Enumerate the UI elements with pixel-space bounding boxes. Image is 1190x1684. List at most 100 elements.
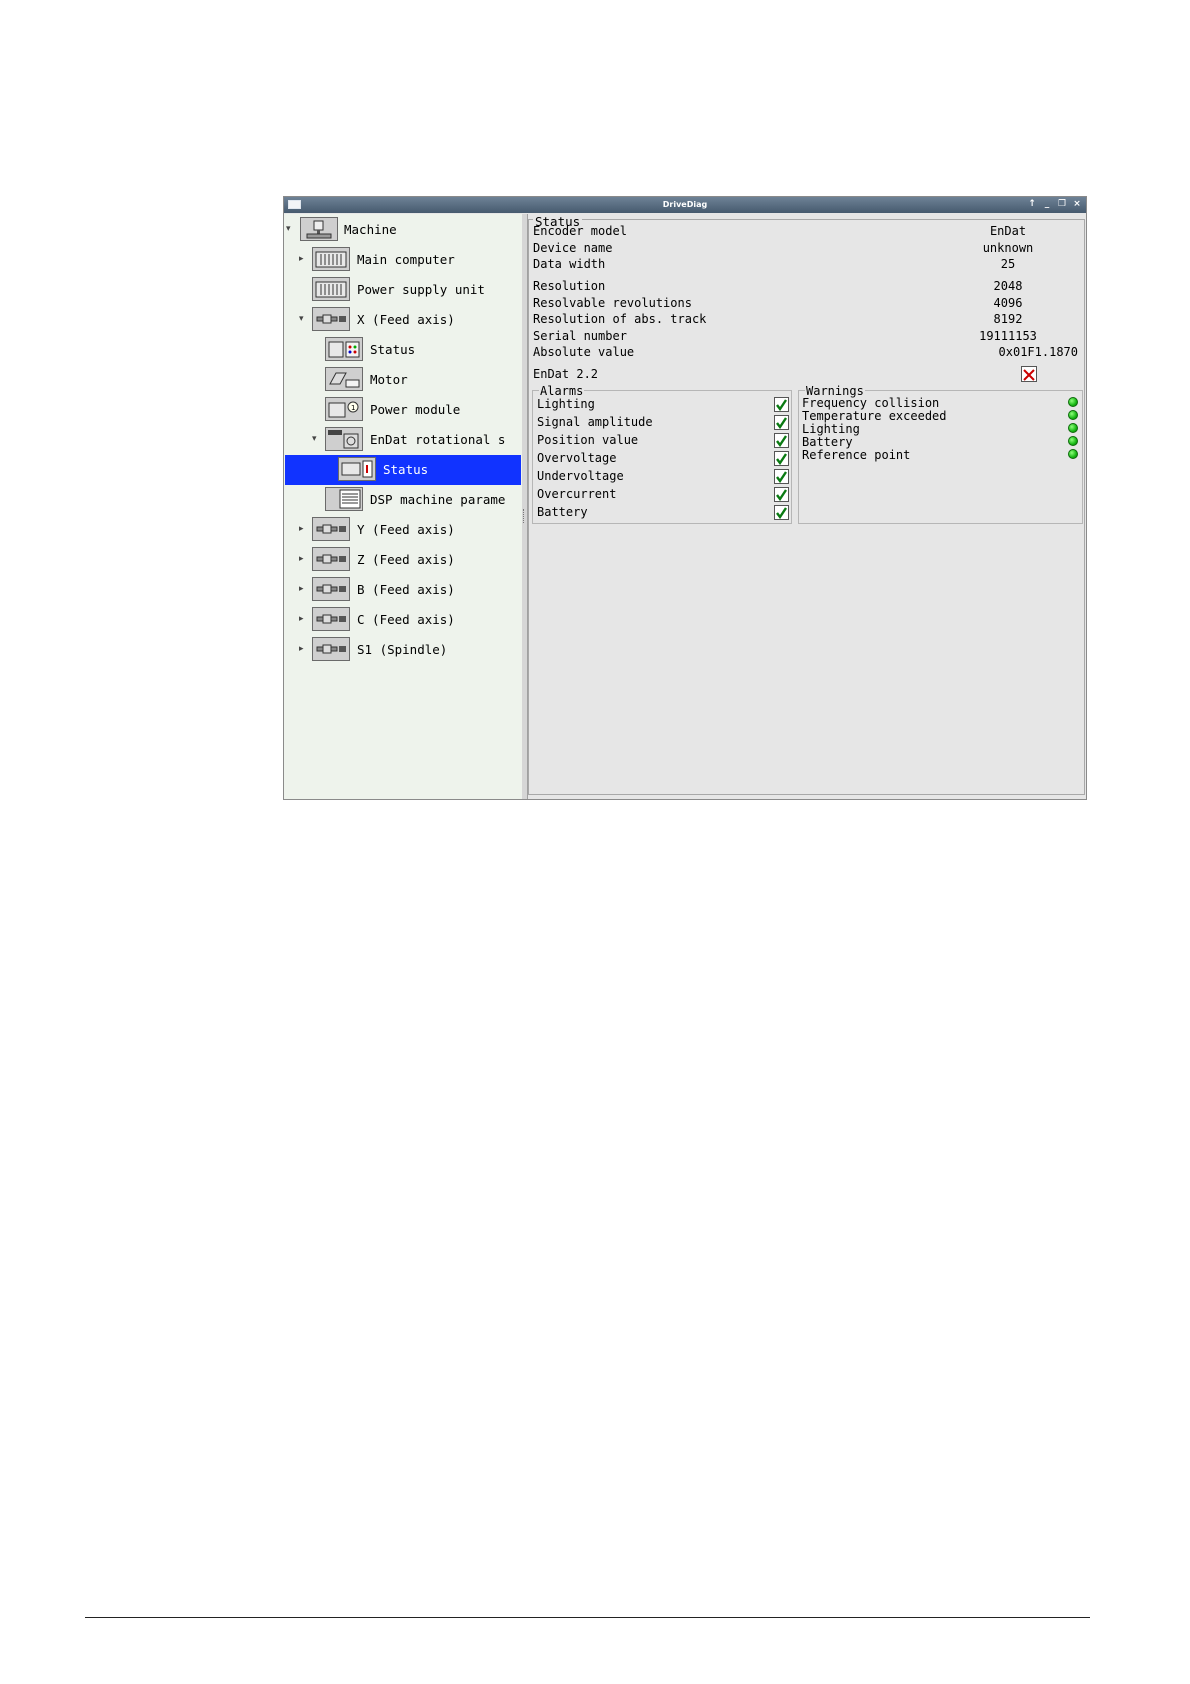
checkmark-icon — [774, 451, 789, 466]
checkmark-icon — [774, 469, 789, 484]
tree-item-machine[interactable]: ▾ Machine — [284, 215, 522, 245]
field-value: 25 — [1000, 257, 1016, 271]
encoder-status-icon — [338, 457, 376, 481]
checkmark-icon — [774, 397, 789, 412]
drivediag-window: DriveDiag ↑ _ ❐ × ▾ Machine ▸ Main compu… — [283, 196, 1087, 800]
tree-item-y-feed-axis[interactable]: ▸ Y (Feed axis) — [284, 515, 522, 545]
field-value: 19111153 — [979, 329, 1037, 343]
motor-icon — [325, 367, 363, 391]
axis-icon — [312, 637, 350, 661]
warning-label: Reference point — [802, 448, 911, 462]
chevron-down-icon[interactable]: ▾ — [312, 434, 320, 444]
checkmark-icon — [774, 415, 789, 430]
field-device-name: Device name unknown — [533, 241, 1078, 256]
field-label: Resolvable revolutions — [533, 296, 692, 310]
tree-item-endat-rotational[interactable]: ▾ EnDat rotational s — [284, 425, 522, 455]
chevron-down-icon[interactable]: ▾ — [286, 224, 294, 234]
alarm-label: Battery — [537, 505, 588, 519]
field-absolute-value: Absolute value 0x01F1.1870 — [533, 345, 1078, 360]
alarm-label: Undervoltage — [537, 469, 624, 483]
encoder-icon — [325, 427, 363, 451]
warnings-group: Warnings Frequency collision Temperature… — [798, 384, 1083, 524]
alarm-item: Undervoltage — [537, 469, 789, 485]
tree-item-motor[interactable]: Motor — [284, 365, 522, 395]
field-serial-number: Serial number 19111153 — [533, 329, 1078, 344]
tree-item-x-feed-axis[interactable]: ▾ X (Feed axis) — [284, 305, 522, 335]
alarms-title: Alarms — [539, 384, 585, 398]
chevron-right-icon[interactable]: ▸ — [299, 614, 307, 624]
tree-item-z-feed-axis[interactable]: ▸ Z (Feed axis) — [284, 545, 522, 575]
tree-item-label: C (Feed axis) — [357, 612, 455, 627]
window-title: DriveDiag — [662, 200, 708, 209]
splitter-grip[interactable] — [523, 509, 526, 523]
warning-item: Battery — [802, 435, 1080, 449]
field-value: unknown — [982, 241, 1034, 255]
tree-item-c-feed-axis[interactable]: ▸ C (Feed axis) — [284, 605, 522, 635]
navigation-tree[interactable]: ▾ Machine ▸ Main computer Power supply u… — [284, 214, 523, 799]
field-encoder-model: Encoder model EnDat — [533, 224, 1078, 239]
endat22-unchecked-icon — [1021, 366, 1037, 382]
chevron-right-icon[interactable]: ▸ — [299, 524, 307, 534]
tree-item-status[interactable]: Status — [284, 335, 522, 365]
keep-above-button[interactable]: ↑ — [1026, 199, 1038, 210]
tree-item-label: Main computer — [357, 252, 455, 267]
tree-item-label: Z (Feed axis) — [357, 552, 455, 567]
green-status-icon — [1068, 436, 1078, 446]
tree-item-label: B (Feed axis) — [357, 582, 455, 597]
axis-icon — [312, 307, 350, 331]
alarm-label: Lighting — [537, 397, 595, 411]
chevron-right-icon[interactable]: ▸ — [299, 644, 307, 654]
tree-item-label: Y (Feed axis) — [357, 522, 455, 537]
axis-icon — [312, 517, 350, 541]
tree-item-dsp-machine-parameters[interactable]: DSP machine parame — [284, 485, 522, 515]
warning-label: Frequency collision — [802, 396, 940, 410]
alarm-item: Position value — [537, 433, 789, 449]
field-label: Absolute value — [533, 345, 635, 359]
tree-item-label: DSP machine parame — [370, 492, 506, 507]
alarm-item: Signal amplitude — [537, 415, 789, 431]
chevron-right-icon[interactable]: ▸ — [299, 554, 307, 564]
alarm-item: Overvoltage — [537, 451, 789, 467]
power-module-icon: 1 — [325, 397, 363, 421]
field-label: Data width — [533, 257, 606, 271]
tree-item-power-supply-unit[interactable]: Power supply unit — [284, 275, 522, 305]
chevron-right-icon[interactable]: ▸ — [299, 584, 307, 594]
green-status-icon — [1068, 423, 1078, 433]
alarm-item: Battery — [537, 505, 789, 521]
green-status-icon — [1068, 397, 1078, 407]
warning-label: Lighting — [802, 422, 860, 436]
page-footer-rule — [85, 1617, 1090, 1618]
field-data-width: Data width 25 — [533, 257, 1078, 272]
chevron-right-icon[interactable]: ▸ — [299, 254, 307, 264]
checkmark-icon — [774, 487, 789, 502]
field-label: Device name — [533, 241, 613, 255]
warning-label: Temperature exceeded — [802, 409, 947, 423]
warning-item: Frequency collision — [802, 396, 1080, 410]
title-bar[interactable]: DriveDiag ↑ _ ❐ × — [284, 197, 1086, 213]
tree-item-encoder-status[interactable]: Status — [285, 455, 521, 485]
maximize-button[interactable]: ❐ — [1056, 199, 1068, 210]
tree-item-label: Status — [370, 342, 416, 357]
chevron-down-icon[interactable]: ▾ — [299, 314, 307, 324]
parameters-icon — [325, 487, 363, 511]
tree-item-label: EnDat rotational s — [370, 432, 506, 447]
tree-item-power-module[interactable]: 1 Power module — [284, 395, 522, 425]
alarm-label: Overcurrent — [537, 487, 617, 501]
field-value: 2048 — [993, 279, 1023, 293]
axis-icon — [312, 577, 350, 601]
alarms-group: Alarms Lighting Signal amplitude Positio… — [532, 384, 792, 524]
tree-item-s1-spindle[interactable]: ▸ S1 (Spindle) — [284, 635, 522, 665]
field-value: 8192 — [993, 312, 1023, 326]
tree-item-label: Motor — [370, 372, 408, 387]
alarm-item: Lighting — [537, 397, 789, 413]
tree-item-b-feed-axis[interactable]: ▸ B (Feed axis) — [284, 575, 522, 605]
alarm-item: Overcurrent — [537, 487, 789, 503]
close-button[interactable]: × — [1071, 199, 1083, 210]
tree-item-main-computer[interactable]: ▸ Main computer — [284, 245, 522, 275]
power-supply-icon — [312, 277, 350, 301]
tree-item-label: Status — [383, 462, 429, 477]
tree-item-label: Power supply unit — [357, 282, 485, 297]
field-label: Encoder model — [533, 224, 627, 238]
field-resolution: Resolution 2048 — [533, 279, 1078, 294]
minimize-button[interactable]: _ — [1041, 199, 1053, 210]
